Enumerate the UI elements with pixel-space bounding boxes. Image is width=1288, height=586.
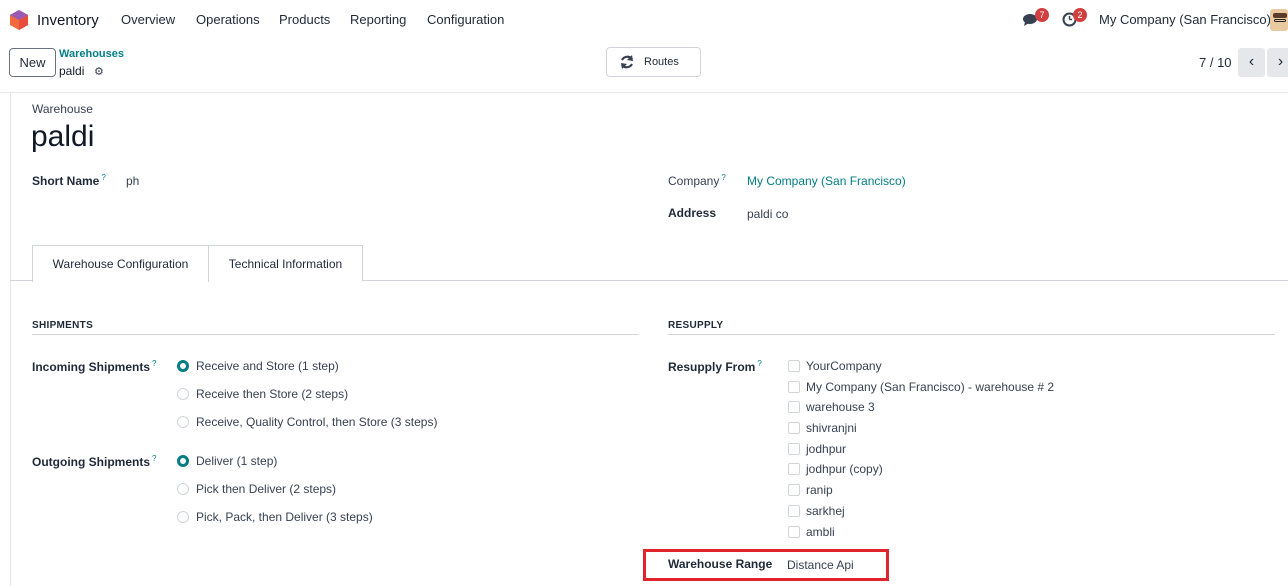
warehouse-range-field[interactable]: Distance Api — [787, 558, 854, 572]
address-label: Address — [668, 206, 717, 220]
resupply-checkbox-6[interactable] — [788, 463, 800, 475]
incoming-radio-1[interactable] — [177, 360, 189, 372]
breadcrumb-current: paldi — [59, 64, 85, 78]
top-navbar: Inventory Overview Operations Products R… — [0, 0, 1288, 40]
outgoing-radio-3[interactable] — [177, 511, 189, 523]
activities-badge: 2 — [1073, 8, 1087, 22]
outgoing-option-3[interactable]: Pick, Pack, then Deliver (3 steps) — [196, 510, 373, 524]
short-name-label: Short Name? — [32, 173, 106, 188]
resupply-divider — [668, 334, 1275, 335]
tab-technical-information[interactable]: Technical Information — [209, 245, 363, 281]
menu-overview[interactable]: Overview — [121, 12, 175, 27]
refresh-icon — [621, 55, 633, 69]
outgoing-shipments-label: Outgoing Shipments? — [32, 454, 157, 469]
resupply-option-7[interactable]: ranip — [806, 483, 833, 497]
tab-warehouse-configuration[interactable]: Warehouse Configuration — [32, 245, 209, 282]
control-panel: New Warehouses paldi ⚙ Routes 7 / 10 ‹ › — [0, 40, 1288, 93]
company-field[interactable]: My Company (San Francisco) — [747, 174, 906, 188]
resupply-checkbox-4[interactable] — [788, 422, 800, 434]
new-button[interactable]: New — [9, 48, 56, 77]
pager-value[interactable]: 7 / 10 — [1199, 55, 1232, 70]
resupply-from-label: Resupply From? — [668, 359, 762, 374]
resupply-option-2[interactable]: My Company (San Francisco) - warehouse #… — [806, 380, 1054, 394]
record-type-label: Warehouse — [32, 102, 93, 116]
pager-next-button[interactable]: › — [1267, 48, 1288, 77]
incoming-option-3[interactable]: Receive, Quality Control, then Store (3 … — [196, 415, 437, 429]
incoming-radio-3[interactable] — [177, 416, 189, 428]
incoming-shipments-label: Incoming Shipments? — [32, 359, 157, 374]
incoming-radio-2[interactable] — [177, 388, 189, 400]
resupply-checkbox-5[interactable] — [788, 443, 800, 455]
resupply-checkbox-9[interactable] — [788, 526, 800, 538]
resupply-checkbox-7[interactable] — [788, 484, 800, 496]
address-field[interactable]: paldi co — [747, 207, 788, 221]
resupply-option-3[interactable]: warehouse 3 — [806, 400, 875, 414]
resupply-option-1[interactable]: YourCompany — [806, 359, 882, 373]
breadcrumb-warehouses[interactable]: Warehouses — [59, 48, 124, 60]
gear-icon[interactable]: ⚙ — [94, 65, 104, 78]
shipments-section-title: SHIPMENTS — [32, 320, 94, 331]
warehouse-range-label: Warehouse Range — [668, 557, 773, 571]
resupply-option-9[interactable]: ambli — [806, 525, 835, 539]
menu-reporting[interactable]: Reporting — [350, 12, 406, 27]
resupply-option-6[interactable]: jodhpur (copy) — [806, 462, 883, 476]
warehouse-name[interactable]: paldi — [31, 120, 94, 154]
resupply-option-4[interactable]: shivranjni — [806, 421, 857, 435]
pager-previous-button[interactable]: ‹ — [1238, 48, 1265, 77]
messages-badge: 7 — [1035, 8, 1049, 22]
menu-products[interactable]: Products — [279, 12, 330, 27]
outgoing-option-2[interactable]: Pick then Deliver (2 steps) — [196, 482, 336, 496]
incoming-option-1[interactable]: Receive and Store (1 step) — [196, 359, 339, 373]
short-name-field[interactable]: ph — [126, 174, 139, 188]
routes-label: Routes — [644, 56, 679, 68]
resupply-option-8[interactable]: sarkhej — [806, 504, 845, 518]
company-label: Company? — [668, 173, 726, 188]
resupply-option-5[interactable]: jodhpur — [806, 442, 846, 456]
resupply-checkbox-2[interactable] — [788, 381, 800, 393]
routes-button[interactable]: Routes — [606, 47, 701, 77]
resupply-checkbox-8[interactable] — [788, 505, 800, 517]
inventory-app-icon[interactable] — [10, 10, 28, 30]
resupply-checkbox-3[interactable] — [788, 401, 800, 413]
user-avatar[interactable] — [1270, 9, 1288, 31]
menu-operations[interactable]: Operations — [196, 12, 260, 27]
app-name[interactable]: Inventory — [37, 12, 99, 29]
company-switcher[interactable]: My Company (San Francisco) — [1099, 12, 1271, 27]
outgoing-radio-2[interactable] — [177, 483, 189, 495]
resupply-section-title: RESUPPLY — [668, 320, 724, 331]
incoming-option-2[interactable]: Receive then Store (2 steps) — [196, 387, 348, 401]
outgoing-option-1[interactable]: Deliver (1 step) — [196, 454, 277, 468]
menu-configuration[interactable]: Configuration — [427, 12, 504, 27]
outgoing-radio-1[interactable] — [177, 455, 189, 467]
resupply-checkbox-1[interactable] — [788, 360, 800, 372]
shipments-divider — [32, 334, 639, 335]
